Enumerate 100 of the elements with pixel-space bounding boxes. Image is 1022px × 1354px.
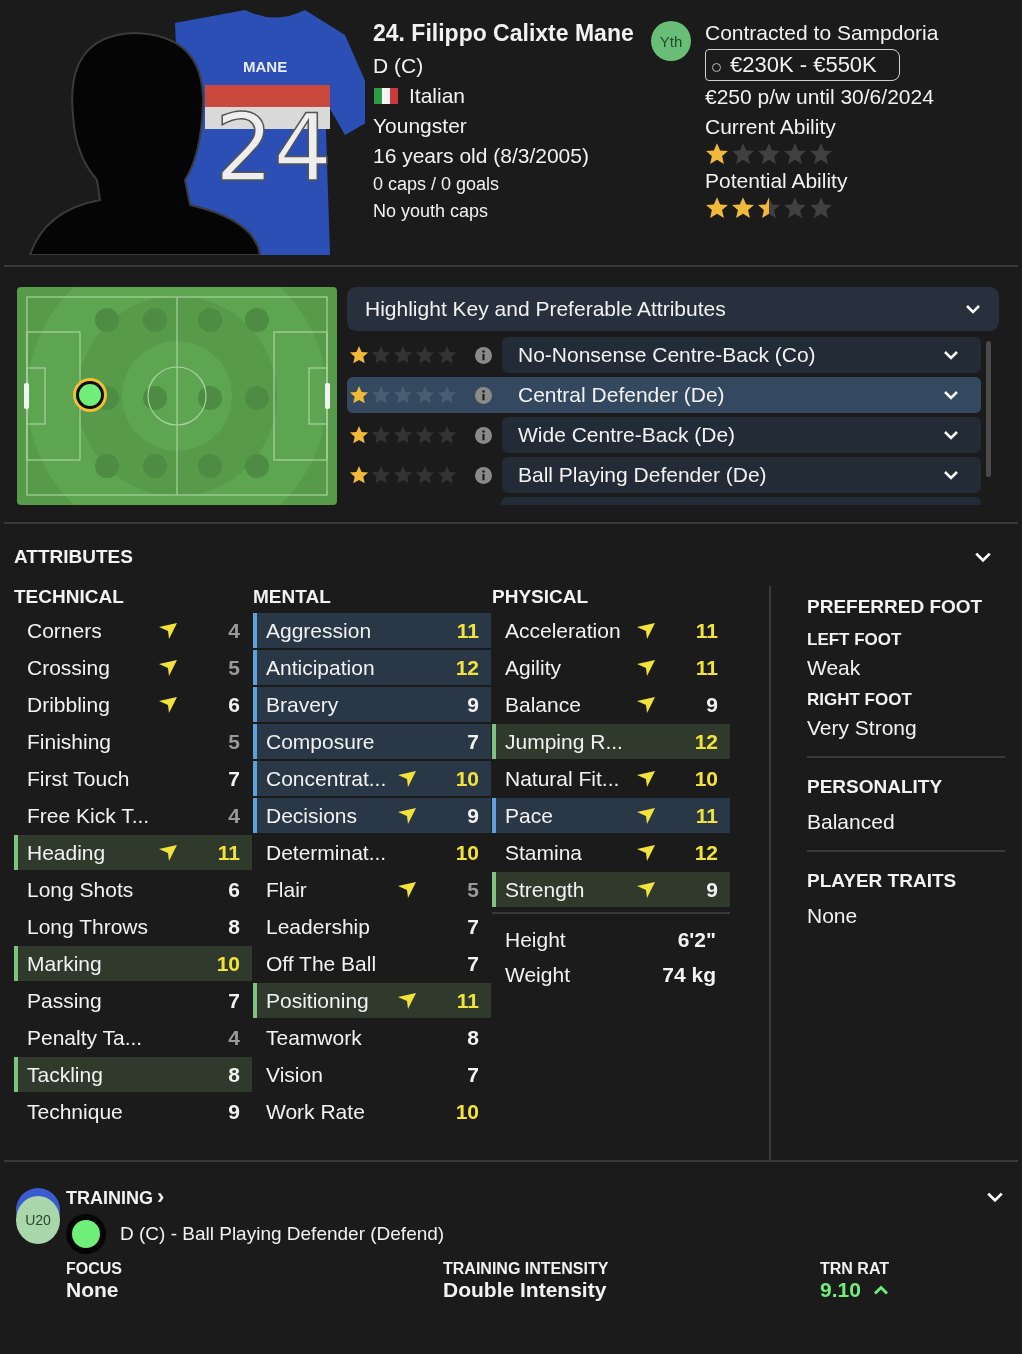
flag-icon — [373, 88, 399, 104]
physique-label: Height — [505, 927, 566, 952]
attribute-value: 4 — [227, 803, 240, 828]
star-icon — [437, 345, 457, 365]
star-icon — [705, 196, 729, 220]
star-icon — [349, 345, 369, 365]
group-title: PHYSICAL — [492, 586, 590, 608]
stat-label: TRAINING INTENSITY — [443, 1260, 610, 1278]
youth-caps: No youth caps — [373, 200, 490, 223]
attribute-value: 11 — [694, 618, 718, 643]
attribute-value: 6 — [227, 692, 240, 717]
attribute-name: Long Throws — [27, 914, 150, 939]
attribute-value: 10 — [454, 1099, 479, 1124]
attribute-name: Corners — [27, 618, 103, 643]
info-icon[interactable] — [475, 386, 492, 404]
role-dropdown[interactable]: No-Nonsense Centre-Back (Co) — [502, 337, 981, 373]
attribute-name: Agility — [505, 655, 563, 680]
attribute-value: 4 — [227, 1025, 240, 1050]
attribute-name: Bravery — [266, 692, 340, 717]
attribute-name: Passing — [27, 988, 103, 1013]
selected-role-row[interactable]: Central Defender (De) — [347, 377, 981, 413]
attribute-value: 12 — [693, 840, 718, 865]
attribute-name: Dribbling — [27, 692, 111, 717]
attribute-name: Aggression — [266, 618, 373, 643]
role-dot-icon — [66, 1214, 106, 1254]
attribute-name: Strength — [505, 877, 586, 902]
attribute-name: Leadership — [266, 914, 371, 939]
chevron-down-icon[interactable] — [986, 1191, 1004, 1203]
attribute-value: 10 — [454, 840, 479, 865]
contract-club: Contracted to Sampdoria — [705, 20, 939, 46]
role-dropdown[interactable]: Ball Playing Defender (De) — [502, 457, 981, 493]
kit-number: 24 — [215, 95, 333, 202]
star-icon — [757, 142, 781, 166]
scrollbar[interactable] — [986, 341, 991, 477]
attribute-value: 11 — [694, 655, 718, 680]
highlight-dropdown[interactable]: Highlight Key and Preferable Attributes — [347, 287, 999, 331]
attribute-name: Technique — [27, 1099, 124, 1124]
ability-label: Potential Ability — [705, 168, 848, 194]
foot-label: RIGHT FOOT — [807, 690, 913, 710]
star-icon — [809, 142, 833, 166]
attribute-name: Jumping R... — [505, 729, 624, 754]
star-icon — [705, 142, 729, 166]
group-title: TECHNICAL — [14, 586, 125, 608]
star-icon — [783, 142, 807, 166]
attribute-value: 12 — [693, 729, 718, 754]
attribute-name: Heading — [27, 840, 107, 865]
star-icon — [415, 345, 435, 365]
attribute-name: Determinat... — [266, 840, 388, 865]
attribute-value: 7 — [466, 951, 479, 976]
attribute-value: 11 — [694, 803, 718, 828]
attribute-name: Marking — [27, 951, 103, 976]
attribute-name: Decisions — [266, 803, 359, 828]
star-icon — [731, 142, 755, 166]
info-icon[interactable] — [475, 346, 492, 364]
nationality: Italian — [409, 83, 466, 109]
attribute-name: Pace — [505, 803, 554, 828]
star-icon — [349, 385, 369, 405]
foot-value: Very Strong — [807, 716, 918, 740]
star-icon — [371, 465, 391, 485]
attribute-name: Free Kick T... — [27, 803, 151, 828]
attribute-value: 9 — [466, 692, 479, 717]
stat-value: None — [66, 1278, 119, 1302]
attribute-value: 9 — [705, 692, 718, 717]
star-icon — [783, 196, 807, 220]
info-icon[interactable] — [475, 426, 492, 444]
star-icon — [393, 465, 413, 485]
training-role: D (C) - Ball Playing Defender (Defend) — [120, 1223, 445, 1245]
chevron-down-icon — [943, 470, 959, 480]
stat-value: Double Intensity — [443, 1278, 607, 1302]
attribute-name: Vision — [266, 1062, 324, 1087]
chevron-down-icon — [943, 350, 959, 360]
attribute-value: 5 — [227, 729, 240, 754]
role-dropdown[interactable]: Wide Centre-Back (De) — [502, 417, 981, 453]
star-icon — [437, 465, 457, 485]
training-link[interactable]: TRAINING › — [66, 1184, 165, 1210]
attribute-value: 9 — [466, 803, 479, 828]
star-icon — [731, 196, 755, 220]
star-icon — [757, 196, 781, 220]
stat-label: TRN RAT — [820, 1260, 890, 1278]
info-icon[interactable] — [475, 466, 492, 484]
attribute-name: Composure — [266, 729, 376, 754]
attribute-value: 4 — [227, 618, 240, 643]
star-icon — [349, 465, 369, 485]
attribute-value: 9 — [227, 1099, 240, 1124]
star-icon — [371, 345, 391, 365]
attribute-name: Flair — [266, 877, 308, 902]
star-icon — [809, 196, 833, 220]
chevron-down-icon[interactable] — [974, 551, 992, 563]
attribute-name: Concentrat... — [266, 766, 388, 791]
attribute-name: Tackling — [27, 1062, 104, 1087]
attribute-value: 7 — [466, 1062, 479, 1087]
attribute-value: 5 — [227, 655, 240, 680]
attribute-value: 7 — [227, 988, 240, 1013]
caps-goals: 0 caps / 0 goals — [373, 173, 501, 196]
wage: €250 p/w until 30/6/2024 — [705, 84, 934, 110]
attribute-value: 12 — [454, 655, 479, 680]
chevron-down-icon — [965, 304, 981, 314]
physique-value: 74 kg — [662, 962, 716, 987]
position-marker — [73, 378, 107, 412]
attribute-name: Long Shots — [27, 877, 135, 902]
